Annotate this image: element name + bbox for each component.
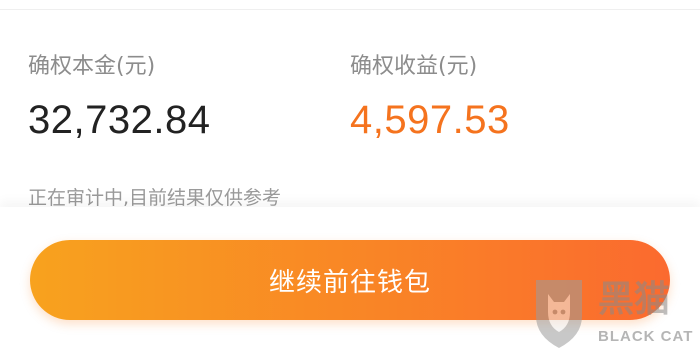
earnings-label: 确权收益(元) — [350, 54, 478, 79]
principal-label: 确权本金(元) — [28, 54, 156, 79]
top-divider — [0, 9, 700, 10]
confirmation-screen: 确权本金(元) 32,732.84 确权收益(元) 4,597.53 正在审计中… — [0, 0, 700, 350]
watermark-brand-cn: 黑猫 — [598, 279, 671, 320]
earnings-stat: 确权收益(元) 4,597.53 — [350, 52, 510, 144]
black-cat-shield-icon — [536, 280, 582, 348]
principal-stat: 确权本金(元) 32,732.84 — [28, 52, 210, 144]
black-cat-watermark: 黑猫 BLACK CAT — [528, 272, 698, 350]
principal-value: 32,732.84 — [28, 98, 211, 142]
earnings-value: 4,597.53 — [350, 98, 510, 142]
watermark-brand-en: BLACK CAT — [598, 328, 694, 345]
continue-to-wallet-label: 继续前往钱包 — [268, 267, 431, 298]
